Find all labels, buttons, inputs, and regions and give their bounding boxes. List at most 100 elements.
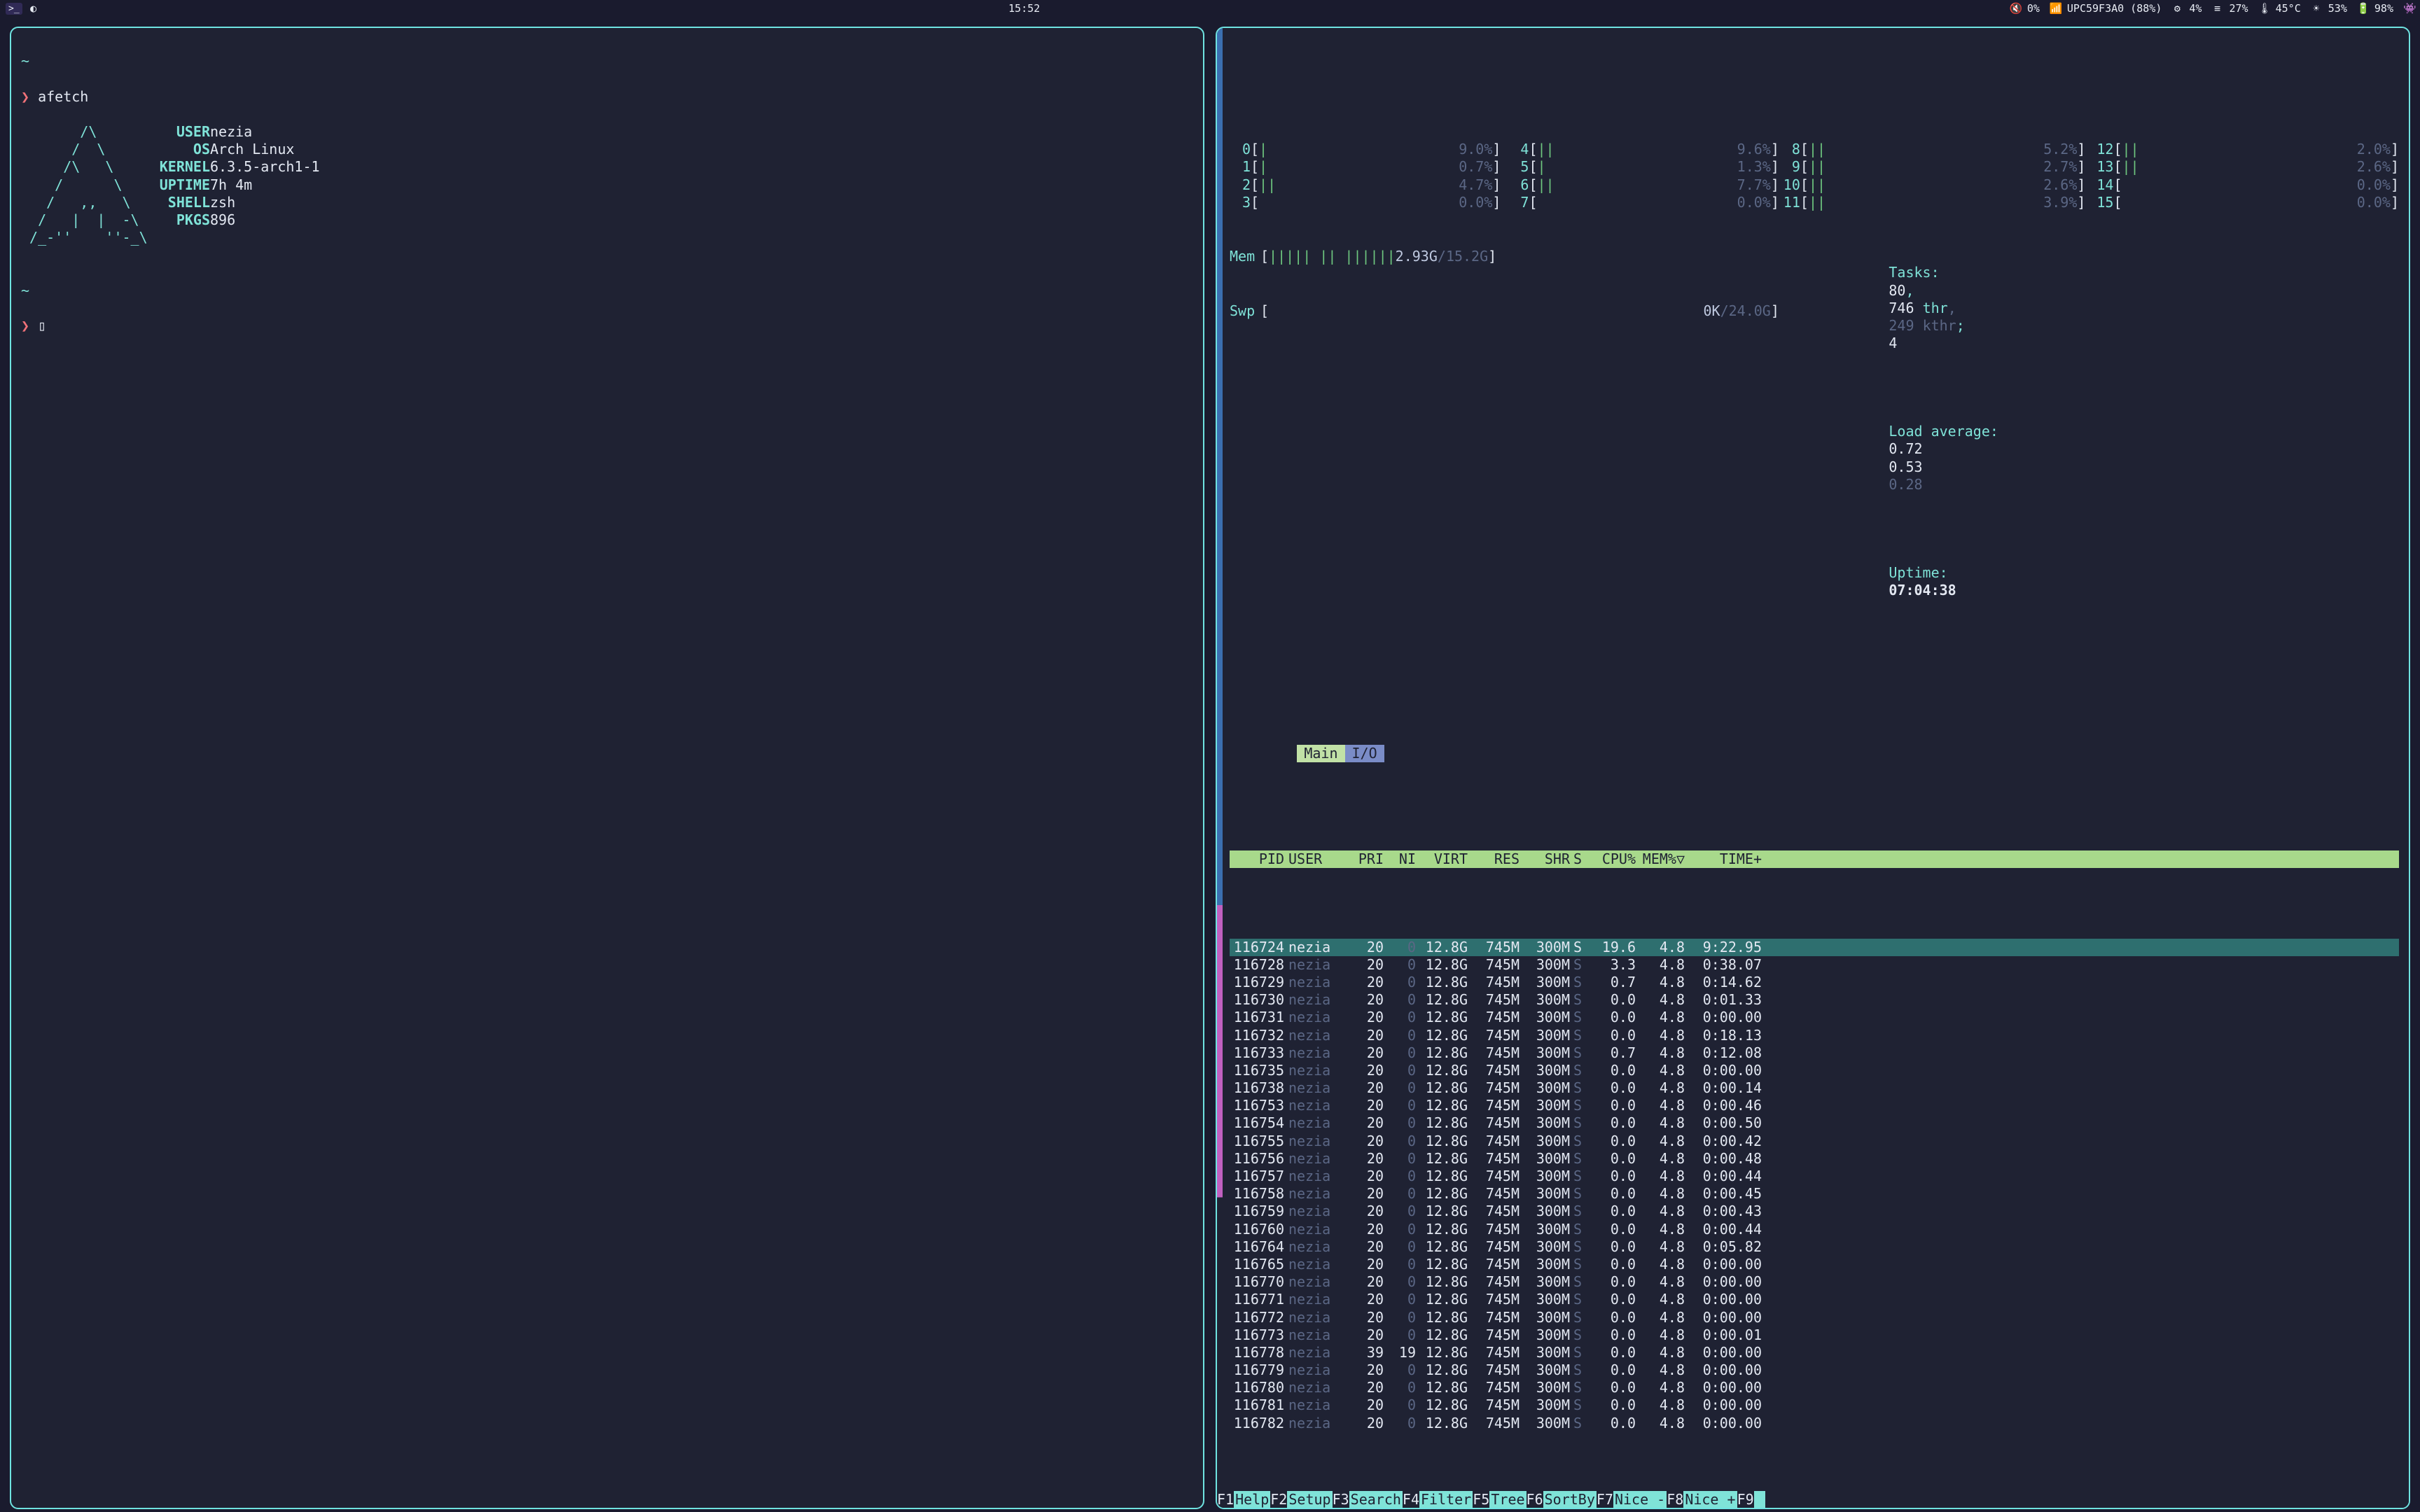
function-key-bar: F1HelpF2SetupF3SearchF4FilterF5TreeF6Sor… bbox=[1217, 1491, 2409, 1508]
cpu-meter: 10[||2.6%] bbox=[1779, 176, 2086, 194]
prompt-arrow-icon: ❯ bbox=[21, 88, 29, 105]
process-row[interactable]: 116758nezia20012.8G745M300MS0.04.80:00.4… bbox=[1230, 1185, 2399, 1203]
process-row[interactable]: 116765nezia20012.8G745M300MS0.04.80:00.0… bbox=[1230, 1256, 2399, 1273]
process-row[interactable]: 116724nezia20012.8G745M300MS19.64.89:22.… bbox=[1230, 939, 2399, 956]
process-row[interactable]: 116738nezia20012.8G745M300MS0.04.80:00.1… bbox=[1230, 1079, 2399, 1097]
process-row[interactable]: 116760nezia20012.8G745M300MS0.04.80:00.4… bbox=[1230, 1221, 2399, 1238]
gear-icon: ⚙ bbox=[2171, 2, 2183, 15]
process-row[interactable]: 116731nezia20012.8G745M300MS0.04.80:00.0… bbox=[1230, 1009, 2399, 1026]
tab-io[interactable]: I/O bbox=[1345, 745, 1384, 762]
ascii-art-line: / | | -\ bbox=[21, 211, 154, 229]
process-row[interactable]: 116729nezia20012.8G745M300MS0.74.80:14.6… bbox=[1230, 974, 2399, 991]
process-row[interactable]: 116764nezia20012.8G745M300MS0.04.80:05.8… bbox=[1230, 1238, 2399, 1256]
col-ni[interactable]: NI bbox=[1384, 850, 1416, 868]
cpu-meter: 2[||4.7%] bbox=[1230, 176, 1501, 194]
process-row[interactable]: 116781nezia20012.8G745M300MS0.04.80:00.0… bbox=[1230, 1396, 2399, 1414]
process-row[interactable]: 116782nezia20012.8G745M300MS0.04.80:00.0… bbox=[1230, 1415, 2399, 1432]
process-row[interactable]: 116780nezia20012.8G745M300MS0.04.80:00.0… bbox=[1230, 1379, 2399, 1396]
tasks-summary: Tasks: 80, 746 thr, 249 kthr; 4 bbox=[1788, 246, 2399, 370]
process-row[interactable]: 116735nezia20012.8G745M300MS0.04.80:00.0… bbox=[1230, 1062, 2399, 1079]
afetch-key: SHELL bbox=[154, 194, 210, 211]
afetch-command: afetch bbox=[38, 88, 88, 105]
ascii-art-line: / ,, \ bbox=[21, 194, 154, 211]
cursor-block[interactable]: ▯ bbox=[38, 317, 46, 334]
afetch-key: OS bbox=[154, 141, 210, 158]
process-row[interactable]: 116733nezia20012.8G745M300MS0.74.80:12.0… bbox=[1230, 1044, 2399, 1062]
process-row[interactable]: 116757nezia20012.8G745M300MS0.04.80:00.4… bbox=[1230, 1168, 2399, 1185]
temperature-indicator[interactable]: 🌡 45°C bbox=[2258, 2, 2301, 15]
fn-f1[interactable]: F1Help bbox=[1217, 1491, 1270, 1508]
afetch-key: UPTIME bbox=[154, 176, 210, 194]
discord-tray-icon[interactable]: 👾 bbox=[2403, 2, 2414, 15]
terminal-indicator-icon[interactable]: >_ bbox=[6, 3, 22, 15]
volume-mute-icon: 🔇 bbox=[2010, 2, 2021, 15]
process-row[interactable]: 116771nezia20012.8G745M300MS0.04.80:00.0… bbox=[1230, 1291, 2399, 1308]
afetch-value: 896 bbox=[210, 211, 235, 229]
battery-indicator[interactable]: 🔋 98% bbox=[2357, 2, 2393, 15]
menu-indicator[interactable]: ≡ 27% bbox=[2211, 2, 2248, 15]
col-shr[interactable]: SHR bbox=[1520, 850, 1570, 868]
tilde-prompt: ~ bbox=[21, 282, 29, 299]
afetch-value: nezia bbox=[210, 123, 252, 141]
scroll-indicator[interactable] bbox=[1217, 28, 1223, 1490]
clock: 15:52 bbox=[39, 2, 2010, 15]
col-virt[interactable]: VIRT bbox=[1416, 850, 1468, 868]
cpu-meter: 5[|1.3%] bbox=[1508, 158, 1779, 176]
process-row[interactable]: 116754nezia20012.8G745M300MS0.04.80:00.5… bbox=[1230, 1114, 2399, 1132]
process-row[interactable]: 116772nezia20012.8G745M300MS0.04.80:00.0… bbox=[1230, 1309, 2399, 1326]
process-row[interactable]: 116753nezia20012.8G745M300MS0.04.80:00.4… bbox=[1230, 1097, 2399, 1114]
fn-f7[interactable]: F7Nice - bbox=[1597, 1491, 1667, 1508]
fn-f9[interactable]: F9 bbox=[1737, 1491, 1765, 1508]
gear-indicator[interactable]: ⚙ 4% bbox=[2171, 2, 2202, 15]
workspace-dot-icon[interactable]: ◐ bbox=[28, 2, 39, 15]
fn-f4[interactable]: F4Filter bbox=[1403, 1491, 1473, 1508]
cpu-meter: 7[0.0%] bbox=[1508, 194, 1779, 211]
fn-f6[interactable]: F6SortBy bbox=[1527, 1491, 1597, 1508]
col-pri[interactable]: PRI bbox=[1340, 850, 1384, 868]
process-row[interactable]: 116732nezia20012.8G745M300MS0.04.80:18.1… bbox=[1230, 1027, 2399, 1044]
process-row[interactable]: 116770nezia20012.8G745M300MS0.04.80:00.0… bbox=[1230, 1273, 2399, 1291]
process-row[interactable]: 116730nezia20012.8G745M300MS0.04.80:01.3… bbox=[1230, 991, 2399, 1009]
swap-meter: Swp[0K/24.0G] bbox=[1230, 302, 1779, 320]
col-pid[interactable]: PID bbox=[1230, 850, 1284, 868]
wifi-icon: 📶 bbox=[2050, 2, 2061, 15]
load-average: Load average: 0.72 0.53 0.28 bbox=[1788, 405, 2399, 511]
process-row[interactable]: 116773nezia20012.8G745M300MS0.04.80:00.0… bbox=[1230, 1326, 2399, 1344]
col-cpu[interactable]: CPU% bbox=[1585, 850, 1636, 868]
terminal-pane-left[interactable]: ~ ❯ afetch /\USER nezia / \OS Arch Linux… bbox=[10, 27, 1204, 1509]
col-mem[interactable]: MEM%▽ bbox=[1636, 850, 1685, 868]
col-s[interactable]: S bbox=[1570, 850, 1585, 868]
ascii-art-line: / \ bbox=[21, 141, 154, 158]
brightness-indicator[interactable]: ☀ 53% bbox=[2311, 2, 2347, 15]
process-row[interactable]: 116756nezia20012.8G745M300MS0.04.80:00.4… bbox=[1230, 1150, 2399, 1168]
uptime-summary: Uptime: 07:04:38 bbox=[1788, 546, 2399, 617]
prompt-arrow-icon: ❯ bbox=[21, 317, 29, 334]
fn-f2[interactable]: F2Setup bbox=[1270, 1491, 1332, 1508]
col-res[interactable]: RES bbox=[1468, 850, 1520, 868]
terminal-pane-right[interactable]: 0[|9.0%]4[||9.6%]1[|0.7%]5[|1.3%]2[||4.7… bbox=[1216, 27, 2410, 1509]
afetch-value: Arch Linux bbox=[210, 141, 294, 158]
thermometer-icon: 🌡 bbox=[2258, 2, 2269, 15]
cpu-meter: 15[0.0%] bbox=[2092, 194, 2399, 211]
volume-indicator[interactable]: 🔇 0% bbox=[2010, 2, 2040, 15]
process-table-header[interactable]: PID USER PRI NI VIRT RES SHR S CPU% MEM%… bbox=[1230, 850, 2399, 868]
fn-f5[interactable]: F5Tree bbox=[1473, 1491, 1526, 1508]
status-bar: >_ ◐ 15:52 🔇 0% 📶 UPC59F3A0 (88%) ⚙ 4% ≡… bbox=[0, 0, 2420, 17]
ascii-art-line: /\ bbox=[21, 123, 154, 141]
cpu-meter: 4[||9.6%] bbox=[1508, 141, 1779, 158]
process-row[interactable]: 116755nezia20012.8G745M300MS0.04.80:00.4… bbox=[1230, 1133, 2399, 1150]
col-time[interactable]: TIME+ bbox=[1685, 850, 1762, 868]
wifi-indicator[interactable]: 📶 UPC59F3A0 (88%) bbox=[2050, 2, 2162, 15]
col-user[interactable]: USER bbox=[1284, 850, 1340, 868]
process-row[interactable]: 116728nezia20012.8G745M300MS3.34.80:38.0… bbox=[1230, 956, 2399, 974]
process-row[interactable]: 116779nezia20012.8G745M300MS0.04.80:00.0… bbox=[1230, 1362, 2399, 1379]
cpu-meter: 0[|9.0%] bbox=[1230, 141, 1501, 158]
cpu-meter: 8[||5.2%] bbox=[1779, 141, 2086, 158]
fn-f3[interactable]: F3Search bbox=[1333, 1491, 1403, 1508]
process-row[interactable]: 116778nezia391912.8G745M300MS0.04.80:00.… bbox=[1230, 1344, 2399, 1362]
afetch-key: USER bbox=[154, 123, 210, 141]
tab-main[interactable]: Main bbox=[1297, 745, 1344, 762]
process-row[interactable]: 116759nezia20012.8G745M300MS0.04.80:00.4… bbox=[1230, 1203, 2399, 1220]
fn-f8[interactable]: F8Nice + bbox=[1667, 1491, 1737, 1508]
cpu-meter: 11[||3.9%] bbox=[1779, 194, 2086, 211]
